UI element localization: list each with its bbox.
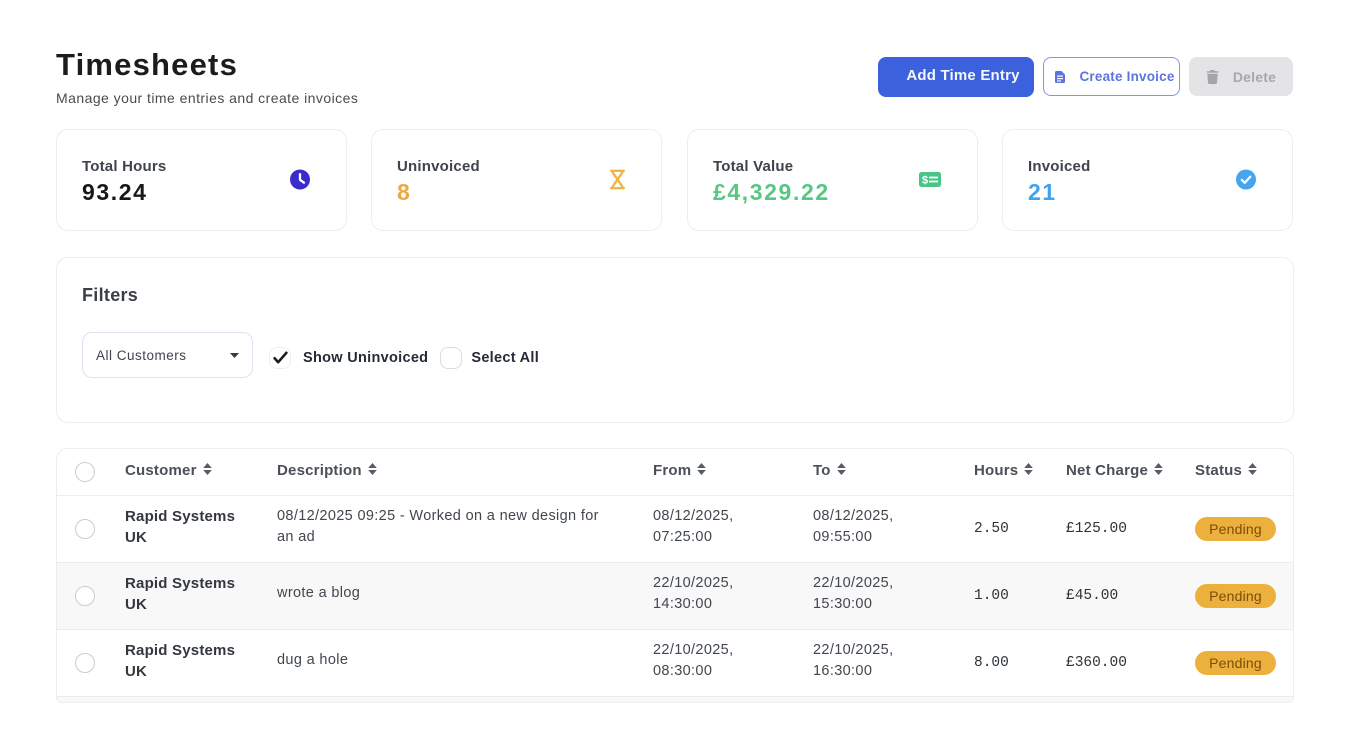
- svg-text:$: $: [922, 175, 928, 187]
